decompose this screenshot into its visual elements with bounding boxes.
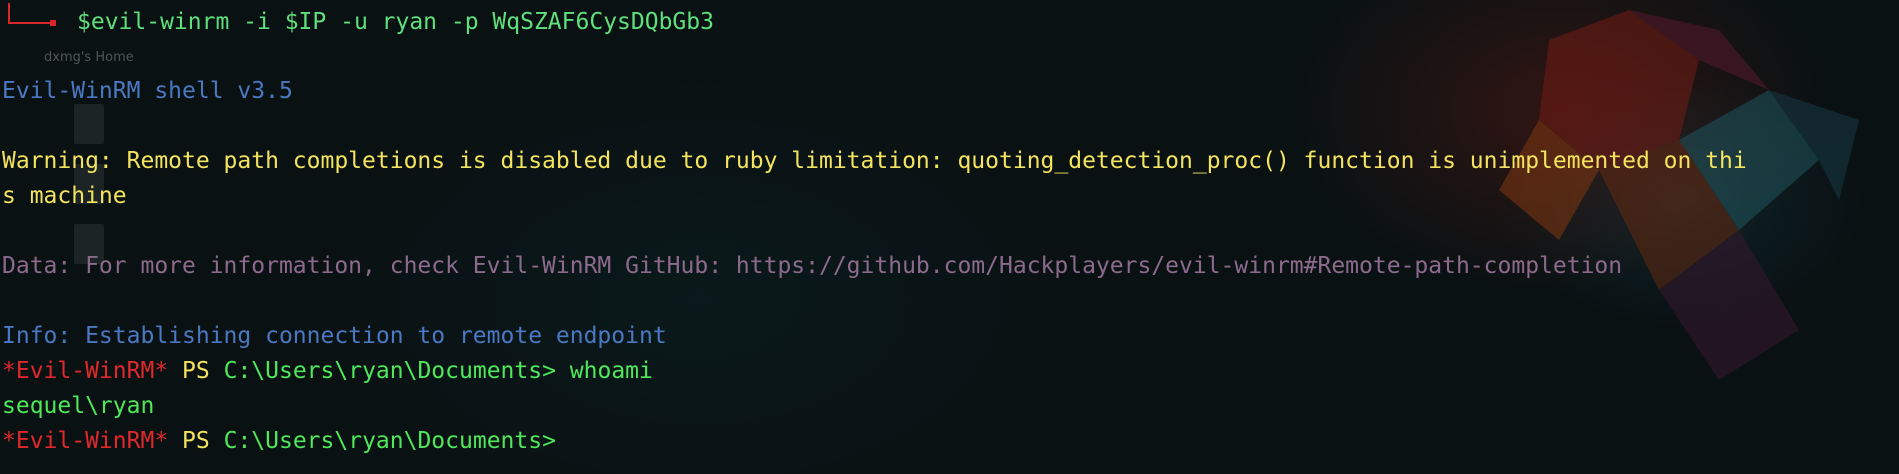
command-text: $evil-winrm -i $IP -u ryan -p WqSZAF6Cys… [77, 9, 714, 35]
typed-command: whoami [569, 358, 653, 384]
prompt-corner-icon [0, 3, 60, 29]
data-text: Data: For more information, check Evil-W… [2, 253, 1623, 279]
prompt-ps: PS [182, 358, 210, 384]
active-prompt-line[interactable]: *Evil-WinRM* PS C:\Users\ryan\Documents> [2, 426, 556, 456]
prompt-path: C:\Users\ryan\Documents> [223, 358, 556, 384]
info-text: Info: Establishing connection to remote … [2, 323, 667, 349]
banner-text: Evil-WinRM shell v3.5 [2, 78, 293, 104]
wallpaper-parrot-graphic [1499, 10, 1859, 380]
prompt-ps: PS [182, 428, 210, 454]
terminal-window[interactable]: dxmg's Home $evil-winrm -i $IP -u ryan -… [0, 0, 1899, 474]
command-line: $evil-winrm -i $IP -u ryan -p WqSZAF6Cys… [0, 3, 714, 37]
warning-text-line1: Warning: Remote path completions is disa… [2, 148, 1747, 174]
file-icon [74, 104, 104, 144]
prompt-path: C:\Users\ryan\Documents> [223, 428, 556, 454]
prompt-line: *Evil-WinRM* PS C:\Users\ryan\Documents>… [2, 356, 653, 386]
warning-text-line2: s machine [2, 183, 127, 209]
command-output: sequel\ryan [2, 393, 155, 419]
prompt-tag: *Evil-WinRM* [2, 428, 169, 454]
prompt-tag: *Evil-WinRM* [2, 358, 169, 384]
